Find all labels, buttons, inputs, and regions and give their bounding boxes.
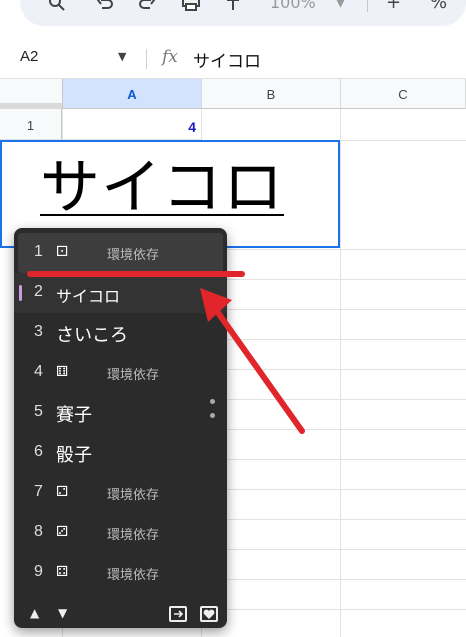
gridline — [202, 459, 466, 460]
candidate-note: 環境依存 — [107, 568, 160, 583]
ime-footer: ▲ ▼ — [14, 596, 227, 628]
candidate-item-9[interactable]: 9 ⚃ 環境依存 — [14, 553, 227, 593]
ime-candidate-window: 1 ⚀ 環境依存 2 サイコロ 3 さいころ 4 ⚅ 環境依存 5 賽子 6 骰… — [14, 228, 227, 628]
candidate-number: 2 — [34, 283, 43, 300]
gridline — [340, 109, 341, 637]
column-header-b[interactable]: B — [202, 79, 341, 109]
page-up-button[interactable]: ▲ — [30, 606, 39, 620]
gridline — [202, 489, 466, 490]
candidate-word: サイコロ — [56, 287, 121, 306]
candidate-number: 8 — [34, 523, 43, 540]
candidate-item-7[interactable]: 7 ⚁ 環境依存 — [14, 473, 227, 513]
candidate-note: 環境依存 — [107, 368, 160, 383]
gridline — [202, 609, 466, 610]
favorite-icon[interactable] — [200, 606, 218, 622]
candidate-word: ⚃ — [56, 564, 69, 580]
gridline — [202, 549, 466, 550]
chevron-down-icon[interactable]: ▾ — [336, 0, 345, 12]
formula-input[interactable]: サイコロ — [193, 47, 261, 72]
search-icon[interactable] — [48, 0, 66, 16]
gridline — [202, 249, 466, 250]
candidate-item-1[interactable]: 1 ⚀ 環境依存 — [18, 233, 223, 273]
candidate-number: 1 — [34, 243, 43, 260]
row-header-1[interactable]: 1 — [0, 109, 62, 140]
page-down-button[interactable]: ▼ — [58, 606, 67, 620]
gridline — [202, 309, 466, 310]
gridline — [202, 369, 466, 370]
candidate-item-3[interactable]: 3 さいころ — [14, 313, 227, 353]
formula-bar-divider — [146, 49, 147, 69]
scroll-indicator-dot — [210, 413, 215, 418]
candidate-item-2[interactable]: 2 サイコロ — [14, 273, 227, 313]
name-box-dropdown-icon[interactable]: ▼ — [118, 50, 126, 63]
zoom-level[interactable]: 100% — [270, 0, 316, 12]
candidate-item-6[interactable]: 6 骰子 — [14, 433, 227, 473]
percent-format-button[interactable]: % — [430, 0, 447, 12]
candidate-note: 環境依存 — [107, 528, 160, 543]
candidate-note: 環境依存 — [107, 488, 160, 503]
gridline — [202, 339, 466, 340]
name-box[interactable]: A2 — [20, 48, 38, 65]
candidate-word: さいころ — [56, 325, 128, 346]
select-all-corner[interactable] — [0, 79, 63, 110]
candidate-word: 骰子 — [56, 445, 92, 466]
candidate-word: ⚀ — [56, 244, 69, 260]
candidate-number: 6 — [34, 443, 43, 460]
candidate-item-4[interactable]: 4 ⚅ 環境依存 — [14, 353, 227, 393]
candidate-word: ⚁ — [56, 484, 69, 500]
candidate-note: 環境依存 — [107, 248, 160, 263]
candidate-number: 9 — [34, 563, 43, 580]
column-header-c[interactable]: C — [341, 79, 466, 109]
candidate-word: ⚂ — [56, 524, 69, 540]
gridline — [202, 399, 466, 400]
print-icon[interactable] — [181, 0, 201, 16]
candidate-word: ⚅ — [56, 364, 69, 380]
candidate-item-5[interactable]: 5 賽子 — [14, 393, 227, 433]
candidate-item-8[interactable]: 8 ⚂ 環境依存 — [14, 513, 227, 553]
zoom-in-button[interactable]: + — [386, 0, 401, 12]
toolbar: 100% ▾ + % — [0, 0, 466, 40]
ime-composition-text: サイコロ — [40, 153, 284, 223]
fx-icon: fx — [162, 47, 178, 67]
expand-window-icon[interactable] — [169, 606, 187, 622]
selection-marker — [19, 285, 22, 301]
candidate-number: 4 — [34, 363, 43, 380]
gridline — [202, 579, 466, 580]
candidate-number: 5 — [34, 403, 43, 420]
column-header-a[interactable]: A — [63, 79, 202, 109]
gridline — [202, 279, 466, 280]
toolbar-divider — [367, 0, 368, 12]
undo-icon[interactable] — [96, 0, 114, 16]
gridline — [202, 429, 466, 430]
formula-bar: A2 ▼ fx サイコロ — [0, 40, 466, 79]
redo-icon[interactable] — [138, 0, 156, 16]
paint-format-icon[interactable] — [226, 0, 242, 16]
candidate-word: 賽子 — [56, 405, 92, 426]
cell-a1[interactable]: 4 — [63, 109, 202, 140]
candidate-number: 7 — [34, 483, 43, 500]
gridline — [202, 519, 466, 520]
candidate-number: 3 — [34, 323, 43, 340]
scroll-indicator-dot — [210, 399, 215, 404]
